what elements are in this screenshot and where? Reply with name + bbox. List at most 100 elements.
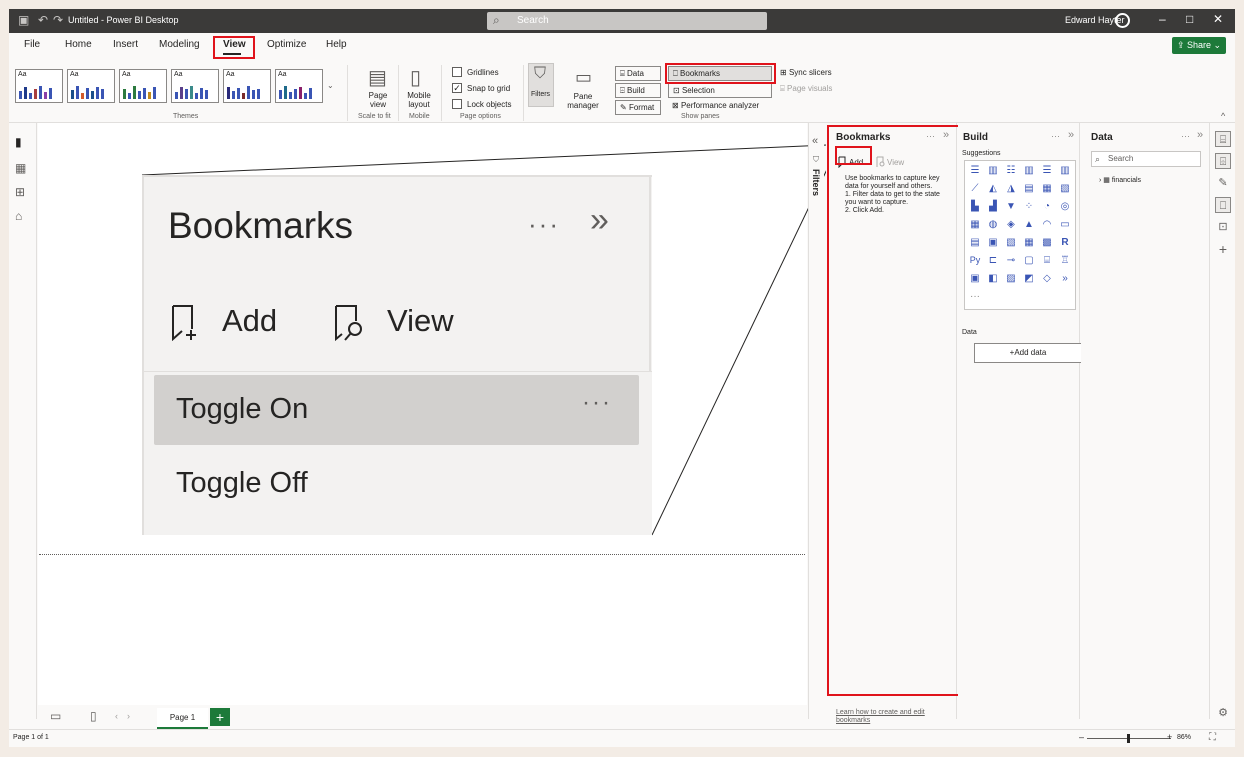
stacked-bar-chart-icon[interactable]: ☰: [968, 164, 982, 177]
data-section-label: Data: [962, 329, 977, 336]
add-bookmark-icon: [172, 305, 196, 341]
more-options-icon: ···: [528, 209, 560, 239]
collapse-chevron-icon: »: [590, 201, 609, 239]
settings-icon[interactable]: ⚙: [1215, 705, 1231, 721]
slicer-icon[interactable]: ▧: [1004, 236, 1018, 249]
selection-pane-icon[interactable]: ⊡: [1215, 219, 1231, 235]
suggestions-label: Suggestions: [962, 150, 1001, 157]
table-financials[interactable]: › ▦ financials: [1099, 176, 1141, 184]
bookmarks-pane-icon[interactable]: ⎕: [1215, 197, 1231, 213]
filters-vertical-label[interactable]: Filters: [811, 169, 821, 196]
fit-to-page-icon[interactable]: ⛶: [1209, 732, 1216, 743]
previous-page-icon[interactable]: ‹: [115, 711, 118, 721]
power-apps-icon[interactable]: ◧: [986, 272, 1000, 285]
map-icon[interactable]: ◍: [986, 218, 1000, 231]
item-more-icon: ···: [582, 389, 612, 416]
r-script-icon[interactable]: R: [1058, 236, 1072, 249]
build-pane: Build ··· » Suggestions ☰ ▥ ☷ ▥ ☰ ▥ ⟋ ◭ …: [958, 123, 1082, 719]
add-page-button[interactable]: +: [210, 708, 230, 726]
filter-viz-icon[interactable]: ▼: [1004, 200, 1018, 213]
zoom-view-label: View: [387, 303, 454, 338]
gauge-icon[interactable]: ◠: [1040, 218, 1054, 231]
data-search-input[interactable]: ⌕ Search: [1091, 151, 1201, 167]
key-influencers-icon[interactable]: ⊏: [986, 254, 1000, 267]
visualizations-gallery: ☰ ▥ ☷ ▥ ☰ ▥ ⟋ ◭ ◮ ▤ ▦ ▧ ▙ ▟ ▼ ⁘ ◔ ◎ ▦ ◍ …: [964, 160, 1076, 310]
expand-left-icon[interactable]: «: [812, 135, 818, 147]
ribbon-chart-icon[interactable]: ▧: [1058, 182, 1072, 195]
mobile-view-icon[interactable]: ▯: [90, 709, 97, 723]
goals-icon[interactable]: ♖: [1058, 254, 1072, 267]
clustered-column-chart-icon[interactable]: ▥: [1022, 164, 1036, 177]
waterfall-chart-icon[interactable]: ▙: [968, 200, 982, 213]
format-pane-icon[interactable]: ✎: [1215, 175, 1231, 191]
100-percent-column-chart-icon[interactable]: ▥: [1058, 164, 1072, 177]
build-pane-title: Build: [963, 132, 988, 143]
area-chart-icon[interactable]: ◭: [986, 182, 1000, 195]
zoom-bookmark-item-selected: Toggle On ···: [154, 375, 639, 445]
add-data-button[interactable]: +Add data: [974, 343, 1082, 363]
zoom-level: 86%: [1177, 734, 1192, 741]
scatter-chart-icon[interactable]: ⁘: [1022, 200, 1036, 213]
chevrons-icon[interactable]: »: [1058, 272, 1072, 285]
line-chart-icon[interactable]: ⟋: [968, 182, 982, 195]
add-button-highlight: [835, 146, 872, 165]
zoom-toggle-off-label: Toggle Off: [176, 467, 308, 499]
paginated-report-icon[interactable]: ▣: [968, 272, 982, 285]
decomposition-tree-icon[interactable]: ⊸: [1004, 254, 1018, 267]
qa-icon[interactable]: ▢: [1022, 254, 1036, 267]
app-window: ▣ ↶ ↷ Untitled - Power BI Desktop ⌕ Sear…: [9, 9, 1235, 747]
collapse-pane-icon[interactable]: »: [1197, 129, 1203, 141]
power-automate-icon[interactable]: ▨: [1004, 272, 1018, 285]
next-page-icon[interactable]: ›: [127, 711, 130, 721]
card-icon[interactable]: ▭: [1058, 218, 1072, 231]
view-bookmark-icon: [335, 305, 362, 341]
line-column-chart-icon[interactable]: ▤: [1022, 182, 1036, 195]
metrics-icon[interactable]: ◩: [1022, 272, 1036, 285]
more-visuals-icon[interactable]: ···: [968, 290, 982, 303]
multi-row-card-icon[interactable]: ▤: [968, 236, 982, 249]
zoom-bookmarks-title: Bookmarks: [168, 205, 354, 246]
bookmarks-pane-highlight: [827, 125, 960, 696]
matrix-icon[interactable]: ▩: [1040, 236, 1054, 249]
zoom-out-icon[interactable]: –: [1079, 732, 1084, 742]
python-icon[interactable]: Py: [968, 254, 982, 267]
table-name: financials: [1111, 177, 1142, 184]
table-icon[interactable]: ▦: [1022, 236, 1036, 249]
filled-map-icon[interactable]: ◈: [1004, 218, 1018, 231]
kpi-icon[interactable]: ▣: [986, 236, 1000, 249]
build-pane-icon[interactable]: ⌹: [1215, 153, 1231, 169]
line-clustered-column-icon[interactable]: ▦: [1040, 182, 1054, 195]
treemap-icon[interactable]: ▦: [968, 218, 982, 231]
100-percent-bar-chart-icon[interactable]: ☰: [1040, 164, 1054, 177]
narrative-icon[interactable]: ⌸: [1040, 254, 1054, 267]
desktop-view-icon[interactable]: ▭: [50, 709, 61, 723]
funnel-chart-icon[interactable]: ▟: [986, 200, 1000, 213]
data-search-placeholder: Search: [1108, 154, 1134, 163]
collapse-pane-icon[interactable]: »: [1068, 129, 1074, 141]
clustered-bar-chart-icon[interactable]: ☷: [1004, 164, 1018, 177]
data-pane-icon[interactable]: ⌸: [1215, 131, 1231, 147]
add-pane-icon[interactable]: +: [1215, 241, 1231, 257]
page-tab[interactable]: Page 1: [157, 708, 208, 729]
azure-map-icon[interactable]: ▲: [1022, 218, 1036, 231]
pane-more-icon[interactable]: ···: [1051, 131, 1060, 141]
page-navigation: ▭ ▯ ‹ › Page 1 +: [38, 705, 807, 729]
zoom-slider-thumb[interactable]: [1127, 734, 1130, 743]
table-icon: ▦: [1103, 177, 1112, 184]
filters-pane-collapsed[interactable]: « ⛉: [808, 123, 824, 719]
zoom-divider: [649, 177, 651, 372]
pane-switcher: ⌸ ⌹ ✎ ⎕ ⊡ + ⚙: [1209, 123, 1235, 719]
bookmarks-zoom-callout: Bookmarks ··· » Add View Toggle On ··· T…: [142, 175, 652, 535]
diamond-icon[interactable]: ◇: [1040, 272, 1054, 285]
stacked-area-chart-icon[interactable]: ◮: [1004, 182, 1018, 195]
learn-more-link[interactable]: Learn how to create and edit bookmarks: [836, 709, 956, 725]
page-count: Page 1 of 1: [13, 734, 49, 741]
pie-chart-icon[interactable]: ◔: [1040, 200, 1054, 213]
stacked-column-chart-icon[interactable]: ▥: [986, 164, 1000, 177]
zoom-add-label: Add: [222, 303, 278, 338]
donut-chart-icon[interactable]: ◎: [1058, 200, 1072, 213]
filter-small-icon: ⛉: [813, 155, 819, 164]
status-bar: Page 1 of 1 – + 86% ⛶: [9, 729, 1235, 747]
pane-more-icon[interactable]: ···: [1181, 131, 1190, 141]
zoom-in-icon[interactable]: +: [1167, 732, 1172, 742]
